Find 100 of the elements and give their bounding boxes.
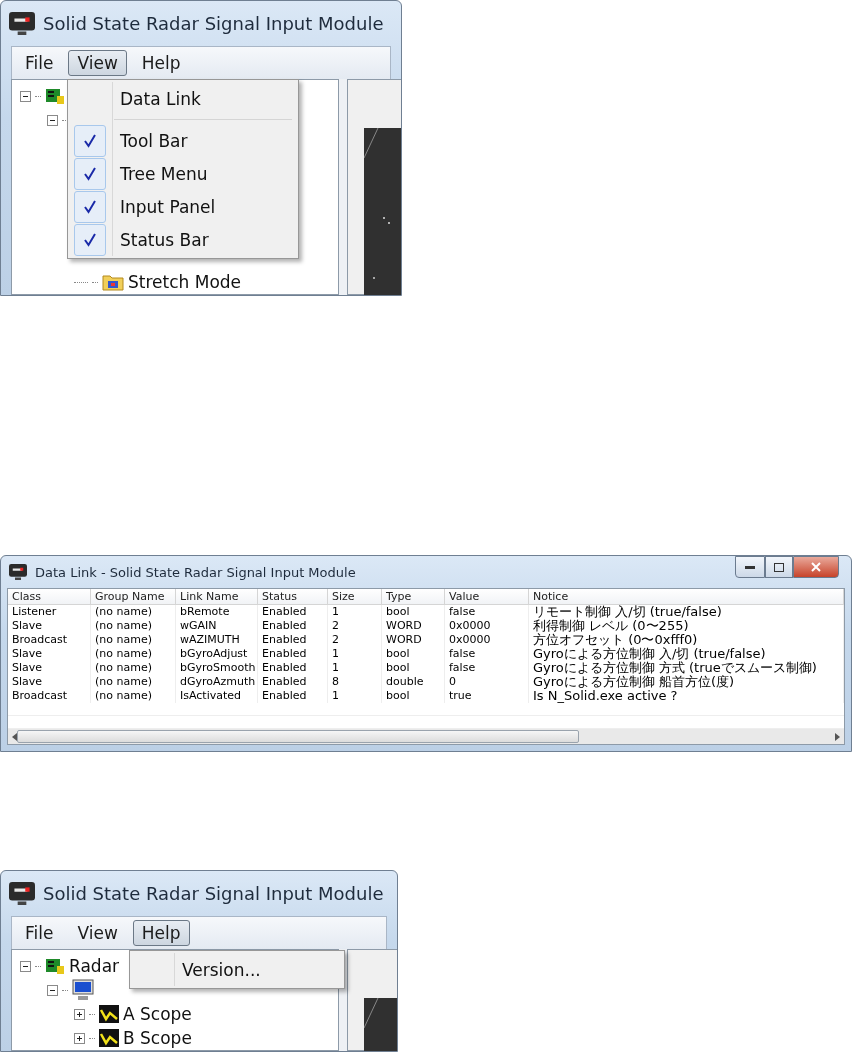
check-icon <box>83 133 97 148</box>
menu-option[interactable]: Tool Bar <box>70 124 296 157</box>
table-cell: Enabled <box>258 675 328 689</box>
table-cell: bool <box>382 647 445 661</box>
table-cell: wAZIMUTH <box>176 633 258 647</box>
table-cell: Is N_Solid.exe active ? <box>529 689 844 703</box>
column-header[interactable]: Value <box>445 589 529 604</box>
table-cell: 1 <box>328 661 382 675</box>
table-cell: false <box>445 605 529 619</box>
table-cell: WORD <box>382 619 445 633</box>
scroll-bar[interactable] <box>8 729 844 744</box>
column-header[interactable]: Group Name <box>91 589 176 604</box>
check-icon <box>83 199 97 214</box>
window-title: Solid State Radar Signal Input Module <box>43 883 384 904</box>
menu-option[interactable]: Version... <box>132 953 342 986</box>
folder-icon <box>102 273 124 291</box>
menu-item[interactable]: File <box>16 50 63 76</box>
table-cell: bGyroSmooth <box>176 661 258 675</box>
table-cell: 0x0000 <box>445 619 529 633</box>
table-cell: Gyroによる方位制御 方式 (trueでスムース制御) <box>529 661 844 675</box>
expand-toggle[interactable] <box>74 1008 85 1020</box>
table-cell: Enabled <box>258 633 328 647</box>
menu-option[interactable]: Tree Menu <box>70 157 296 190</box>
menu-item[interactable]: View <box>68 50 127 76</box>
table-cell: Broadcast <box>8 633 91 647</box>
menu-item[interactable]: File <box>16 920 63 946</box>
menu-item[interactable]: View <box>68 920 127 946</box>
scroll-thumb[interactable] <box>17 730 579 743</box>
table-cell: Enabled <box>258 647 328 661</box>
table-cell: (no name) <box>91 619 176 633</box>
close-icon <box>811 562 821 572</box>
minimize-button[interactable] <box>735 556 765 578</box>
table-cell: 2 <box>328 633 382 647</box>
circuit-board-icon <box>45 957 65 975</box>
table-cell: dGyroAzmuth <box>176 675 258 689</box>
table-cell: Slave <box>8 647 91 661</box>
table-cell: bRemote <box>176 605 258 619</box>
table-cell: Enabled <box>258 661 328 675</box>
table-cell: false <box>445 661 529 675</box>
table-cell: 方位オフセット (0〜0xfff0) <box>529 633 844 647</box>
column-header[interactable]: Size <box>328 589 382 604</box>
tree-item[interactable]: B Scope <box>123 1028 192 1048</box>
table-cell: Broadcast <box>8 689 91 703</box>
table-cell: Slave <box>8 619 91 633</box>
column-header[interactable]: Notice <box>529 589 844 604</box>
table-cell: (no name) <box>91 675 176 689</box>
table-cell: Enabled <box>258 689 328 703</box>
table-cell: (no name) <box>91 689 176 703</box>
column-header[interactable]: Type <box>382 589 445 604</box>
scroll-right-icon[interactable] <box>835 732 840 741</box>
table-cell: 0 <box>445 675 529 689</box>
table-cell: wGAIN <box>176 619 258 633</box>
tree-item[interactable]: Stretch Mode <box>128 272 242 292</box>
expand-toggle[interactable] <box>20 960 31 972</box>
tree-item[interactable]: Radar <box>69 956 120 976</box>
expand-toggle[interactable] <box>47 984 58 996</box>
expand-toggle[interactable] <box>74 1032 85 1044</box>
column-header[interactable]: Link Name <box>176 589 258 604</box>
table-cell: 8 <box>328 675 382 689</box>
table-cell: bGyroAdjust <box>176 647 258 661</box>
expand-toggle[interactable] <box>20 90 31 102</box>
table-cell: bool <box>382 661 445 675</box>
scope-icon <box>99 1005 119 1023</box>
table-cell: (no name) <box>91 605 176 619</box>
menu-option[interactable]: Input Panel <box>70 190 296 223</box>
table-cell: WORD <box>382 633 445 647</box>
minimize-icon <box>745 565 755 569</box>
table-cell: Slave <box>8 661 91 675</box>
table-cell: double <box>382 675 445 689</box>
window-title: Solid State Radar Signal Input Module <box>43 13 384 34</box>
monitor-icon <box>72 979 94 1001</box>
maximize-icon <box>774 562 784 572</box>
tree-item[interactable]: A Scope <box>123 1004 192 1024</box>
column-header[interactable]: Status <box>258 589 328 604</box>
table-cell: 0x0000 <box>445 633 529 647</box>
window-title: Data Link - Solid State Radar Signal Input Module <box>35 564 356 580</box>
close-button[interactable] <box>793 556 839 578</box>
table-cell: bool <box>382 689 445 703</box>
menu-item[interactable]: Help <box>132 920 190 946</box>
expand-toggle[interactable] <box>47 114 58 126</box>
column-header[interactable]: Class <box>8 589 91 604</box>
menu-option[interactable]: Data Link <box>70 82 296 115</box>
table-cell: (no name) <box>91 633 176 647</box>
table-cell: 1 <box>328 605 382 619</box>
maximize-button[interactable] <box>765 556 793 578</box>
table-cell: 利得制御 レベル (0〜255) <box>529 619 844 633</box>
table-cell: 1 <box>328 689 382 703</box>
table-cell: (no name) <box>91 647 176 661</box>
table-cell: Enabled <box>258 605 328 619</box>
table-cell: Gyroによる方位制御 船首方位(度) <box>529 675 844 689</box>
app-icon <box>9 11 35 36</box>
table-cell: Listener <box>8 605 91 619</box>
table-cell: Enabled <box>258 619 328 633</box>
table-cell: bool <box>382 605 445 619</box>
menu-option[interactable]: Status Bar <box>70 223 296 256</box>
check-icon <box>83 232 97 247</box>
table-cell: false <box>445 647 529 661</box>
scope-icon <box>99 1029 119 1047</box>
menu-item[interactable]: Help <box>132 50 190 76</box>
app-icon <box>9 563 27 581</box>
